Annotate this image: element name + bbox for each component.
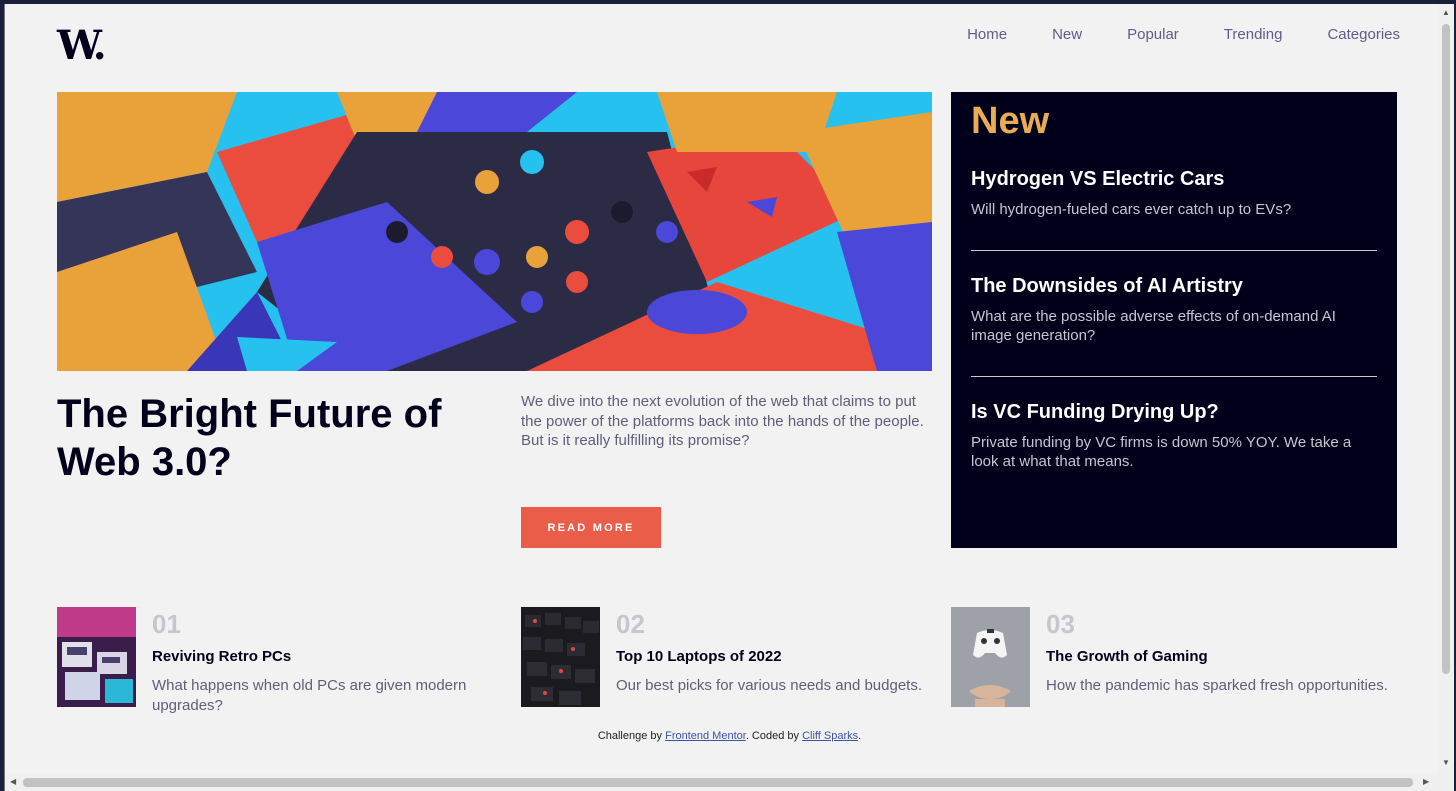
- horizontal-scrollbar[interactable]: ◀ ▶: [5, 774, 1439, 791]
- article-card: 01 Reviving Retro PCs What happens when …: [57, 607, 487, 714]
- scroll-up-arrow-icon[interactable]: ▲: [1442, 8, 1450, 17]
- article-text: Our best picks for various needs and bud…: [616, 677, 923, 694]
- nav-home[interactable]: Home: [967, 26, 1007, 43]
- laptop-keyboard-thumbnail: [521, 607, 600, 707]
- frontend-mentor-link[interactable]: Frontend Mentor: [665, 730, 746, 742]
- scroll-down-arrow-icon[interactable]: ▼: [1442, 758, 1450, 767]
- article-title[interactable]: Top 10 Laptops of 2022: [616, 648, 782, 665]
- article-card: 02 Top 10 Laptops of 2022 Our best picks…: [521, 607, 951, 707]
- scroll-right-arrow-icon[interactable]: ▶: [1423, 777, 1429, 786]
- scroll-left-arrow-icon[interactable]: ◀: [10, 777, 16, 786]
- main-nav: Home New Popular Trending Categories: [967, 26, 1400, 43]
- site-logo[interactable]: W.: [57, 22, 107, 69]
- article-title[interactable]: The Growth of Gaming: [1046, 648, 1208, 665]
- scrollbar-corner: [1438, 774, 1454, 791]
- footer-middle: . Coded by: [745, 730, 803, 742]
- hero-title: The Bright Future of Web 3.0?: [57, 392, 442, 484]
- article-number: 03: [1046, 609, 1075, 639]
- nav-popular[interactable]: Popular: [1127, 26, 1179, 43]
- footer-prefix: Challenge by: [597, 730, 666, 742]
- nav-new[interactable]: New: [1052, 26, 1082, 43]
- author-link[interactable]: Cliff Sparks: [802, 730, 858, 742]
- hero-image: [57, 92, 932, 371]
- article-title[interactable]: Reviving Retro PCs: [152, 648, 291, 665]
- new-item-text: Will hydrogen-fueled cars ever catch up …: [971, 201, 1292, 218]
- nav-trending[interactable]: Trending: [1224, 26, 1283, 43]
- vertical-scrollbar[interactable]: ▲ ▼: [1438, 4, 1454, 774]
- new-item: Is VC Funding Drying Up? Private funding…: [971, 377, 1377, 472]
- new-panel: New Hydrogen VS Electric Cars Will hydro…: [951, 92, 1397, 548]
- footer-suffix: .: [858, 730, 862, 742]
- read-more-button[interactable]: READ MORE: [521, 507, 661, 548]
- new-item-title[interactable]: Hydrogen VS Electric Cars: [971, 166, 1377, 192]
- gaming-controller-thumbnail: [951, 607, 1030, 707]
- browser-viewport: W. Home New Popular Trending Categories: [4, 4, 1454, 791]
- new-item-text: Private funding by VC firms is down 50% …: [971, 433, 1352, 471]
- article-number: 01: [152, 609, 181, 639]
- nav-categories[interactable]: Categories: [1327, 26, 1400, 43]
- new-item-text: What are the possible adverse effects of…: [971, 307, 1336, 345]
- new-item-title[interactable]: Is VC Funding Drying Up?: [971, 399, 1377, 425]
- new-panel-title: New: [971, 100, 1050, 142]
- hero-description: We dive into the next evolution of the w…: [521, 393, 924, 449]
- horizontal-scroll-thumb[interactable]: [23, 778, 1413, 787]
- new-item-title[interactable]: The Downsides of AI Artistry: [971, 273, 1377, 299]
- article-text: What happens when old PCs are given mode…: [152, 677, 467, 714]
- vertical-scroll-thumb[interactable]: [1442, 24, 1450, 674]
- attribution-footer: Challenge by Frontend Mentor. Coded by C…: [5, 730, 1454, 742]
- article-text: How the pandemic has sparked fresh oppor…: [1046, 677, 1388, 694]
- article-card: 03 The Growth of Gaming How the pandemic…: [951, 607, 1388, 707]
- new-item: Hydrogen VS Electric Cars Will hydrogen-…: [971, 144, 1377, 251]
- new-item: The Downsides of AI Artistry What are th…: [971, 251, 1377, 377]
- article-number: 02: [616, 609, 645, 639]
- retro-pc-thumbnail: [57, 607, 136, 707]
